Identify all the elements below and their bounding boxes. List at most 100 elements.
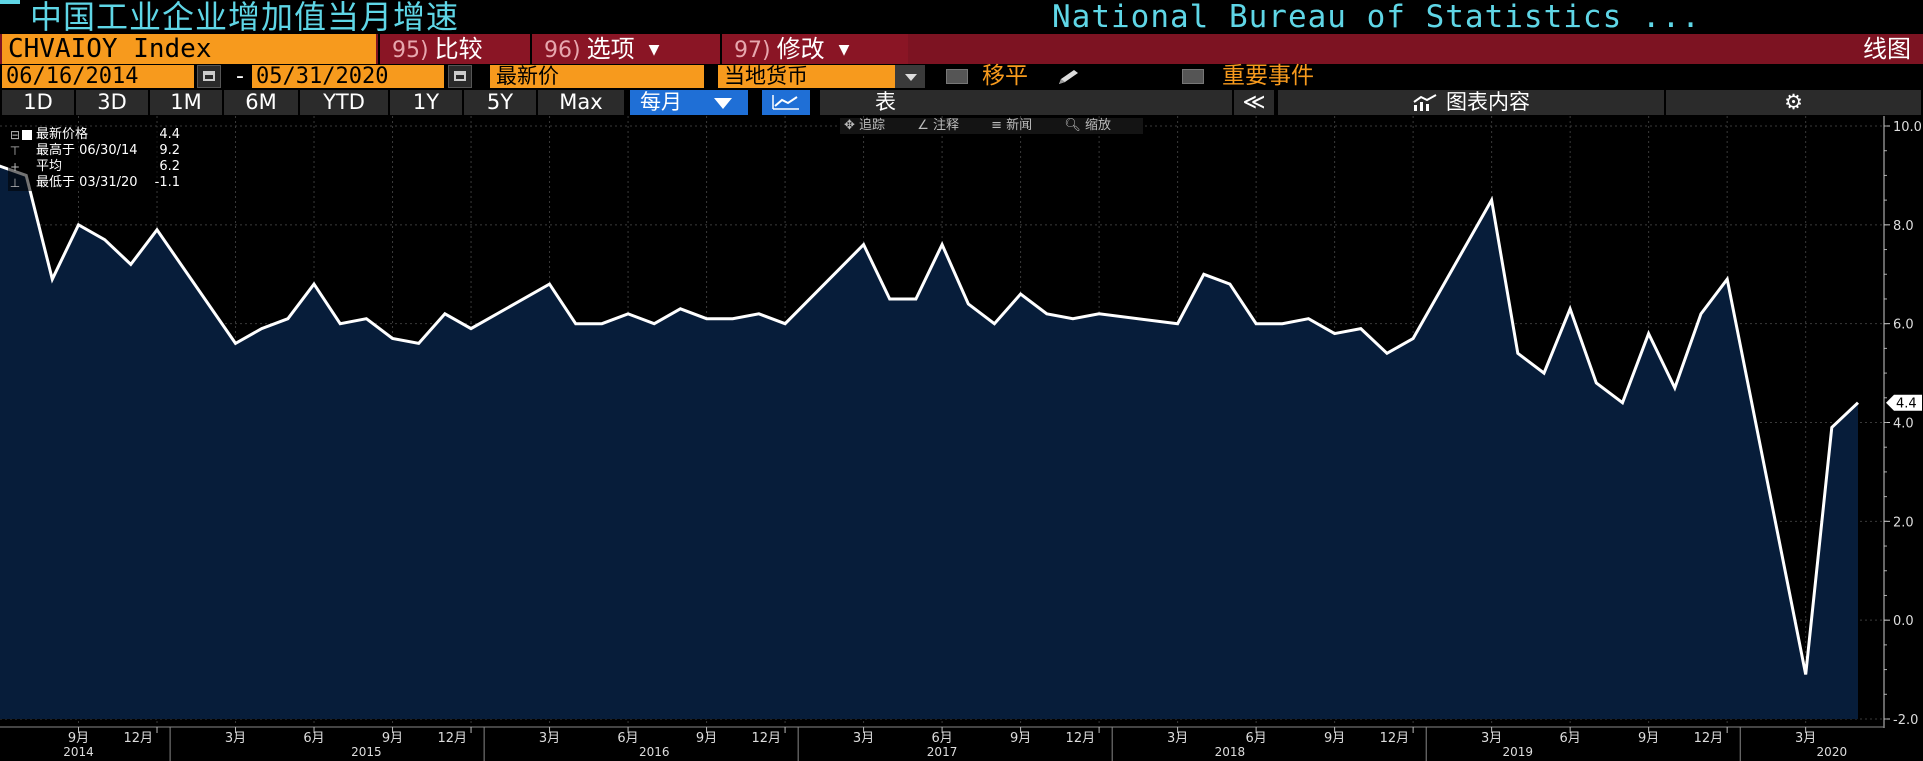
year-label: 2018 — [1215, 745, 1246, 759]
period-bar: 1D 3D 1M 6M YTD 1Y 5Y Max 每月 表 ≪ 图表内容 ⚙ — [0, 89, 1923, 116]
y-tick-label: 10.0 — [1893, 120, 1922, 135]
x-tick-label: 6月 — [617, 731, 638, 746]
legend-label: 最低于 03/31/20 — [36, 175, 138, 190]
calendar-icon — [454, 71, 466, 81]
x-tick-label: 9月 — [1010, 731, 1031, 746]
last-value-label: 4.4 — [1896, 397, 1917, 412]
triangle-down-icon — [714, 98, 732, 109]
x-tick-label: 12月 — [1694, 731, 1724, 746]
x-tick-label: 6月 — [1245, 731, 1266, 746]
ticker-field[interactable]: CHVAIOY Index — [2, 34, 376, 64]
x-tick-label: 12月 — [1380, 731, 1410, 746]
pencil-icon[interactable] — [1055, 68, 1083, 86]
annotate-label: 注释 — [932, 118, 959, 133]
options-button[interactable]: 96) 选项 ▼ — [530, 34, 720, 64]
title-accent — [0, 0, 20, 4]
options-label: 选项 — [586, 35, 635, 63]
x-tick-label: 9月 — [696, 731, 717, 746]
frequency-select[interactable]: 每月 — [630, 90, 748, 115]
x-tick-label: 3月 — [1167, 731, 1188, 746]
period-1m-button[interactable]: 1M — [150, 90, 222, 115]
start-calendar-button[interactable] — [197, 65, 221, 88]
chart-type-label[interactable]: 线图 — [1863, 34, 1911, 64]
legend-high: ⊤ 最高于 06/30/14 9.2 — [8, 143, 180, 159]
legend-value: 4.4 — [159, 127, 180, 142]
period-ytd-button[interactable]: YTD — [300, 90, 388, 115]
currency-dropdown-button[interactable] — [895, 65, 925, 88]
chevron-down-icon: ▼ — [838, 42, 850, 58]
news-tool[interactable]: ≡ 新闻 — [991, 118, 1046, 133]
compare-number: 95) — [392, 38, 429, 63]
modify-button[interactable]: 97) 修改 ▼ — [720, 34, 908, 64]
crosshair-tool[interactable]: ✥ 追踪 — [844, 118, 899, 133]
chart-area[interactable]: 10.0 8.0 6.0 4.0 2.0 0.0 -2.0 4.4 9月 12月 3月 6月 9月 12… — [0, 116, 1923, 761]
news-label: 新闻 — [1006, 118, 1033, 133]
frequency-label: 每月 — [640, 90, 682, 114]
x-tick-label: 6月 — [1560, 731, 1581, 746]
title-bar: 中国工业企业增加值当月增速 National Bureau of Statist… — [0, 0, 1923, 34]
end-calendar-button[interactable] — [448, 65, 472, 88]
legend-value: 6.2 — [159, 159, 180, 174]
period-5y-button[interactable]: 5Y — [464, 90, 536, 115]
year-label: 2014 — [63, 745, 94, 759]
collapse-button[interactable]: ≪ — [1232, 90, 1274, 115]
x-tick-label: 9月 — [382, 731, 403, 746]
period-3d-button[interactable]: 3D — [76, 90, 148, 115]
chart-content-label: 图表内容 — [1446, 90, 1530, 114]
x-tick-label: 9月 — [68, 731, 89, 746]
events-label: 重要事件 — [1222, 63, 1314, 89]
chart-legend: ⊟ 最新价格 4.4 ⊤ 最高于 06/30/14 9.2 + 平均 6.2 ⊥… — [8, 127, 180, 191]
period-1d-button[interactable]: 1D — [2, 90, 74, 115]
end-date-field[interactable]: 05/31/2020 — [252, 65, 444, 88]
x-tick-label: 9月 — [1324, 731, 1345, 746]
x-tick-label: 3月 — [225, 731, 246, 746]
year-label: 2020 — [1817, 745, 1848, 759]
series-swatch — [22, 130, 32, 140]
compare-button[interactable]: 95) 比较 — [378, 34, 530, 64]
x-tick-label: 3月 — [1795, 731, 1816, 746]
start-date-field[interactable]: 06/16/2014 — [2, 65, 194, 88]
legend-label: 最新价格 — [36, 127, 89, 142]
year-label: 2015 — [351, 745, 382, 759]
date-range-bar: 06/16/2014 - 05/31/2020 最新价 当地货币 移平 重要事件 — [0, 64, 1923, 89]
zoom-tool[interactable]: 🔍︎ 缩放 — [1064, 118, 1125, 133]
x-tick-label: 3月 — [539, 731, 560, 746]
y-tick-label: -2.0 — [1893, 713, 1918, 728]
x-tick-label: 12月 — [123, 731, 153, 746]
year-label: 2019 — [1503, 745, 1534, 759]
period-1y-button[interactable]: 1Y — [390, 90, 462, 115]
period-6m-button[interactable]: 6M — [224, 90, 298, 115]
collapse-icon[interactable]: ⊟ — [8, 127, 22, 143]
smoothing-label: 移平 — [982, 63, 1028, 89]
y-tick-label: 4.0 — [1893, 417, 1914, 432]
currency-select[interactable]: 当地货币 — [718, 65, 895, 88]
chart-mini-toolbar: ✥ 追踪 ∠ 注释 ≡ 新闻 🔍︎ 缩放 — [840, 118, 1143, 134]
table-label: 表 — [875, 90, 896, 114]
smoothing-checkbox[interactable] — [946, 69, 968, 84]
price-field-select[interactable]: 最新价 — [490, 65, 704, 88]
command-bar: CHVAIOY Index 95) 比较 96) 选项 ▼ 97) 修改 ▼ 线图 — [0, 34, 1923, 64]
y-tick-label: 2.0 — [1893, 515, 1914, 530]
options-number: 96) — [544, 38, 581, 63]
date-separator: - — [236, 64, 244, 89]
annotate-tool[interactable]: ∠ 注释 — [917, 118, 973, 133]
calendar-icon — [203, 71, 215, 81]
low-marker-icon: ⊥ — [9, 176, 21, 190]
table-button[interactable]: 表 — [820, 90, 1232, 115]
year-label: 2017 — [927, 745, 958, 759]
chart-content-button[interactable]: 图表内容 — [1278, 90, 1664, 115]
legend-last-price[interactable]: ⊟ 最新价格 4.4 — [8, 127, 180, 143]
y-tick-label: 0.0 — [1893, 614, 1914, 629]
period-max-button[interactable]: Max — [538, 90, 624, 115]
modify-number: 97) — [734, 38, 771, 63]
legend-average: + 平均 6.2 — [8, 159, 180, 175]
x-tick-label: 12月 — [437, 731, 467, 746]
line-chart-button[interactable] — [762, 90, 810, 115]
x-tick-label: 3月 — [1481, 731, 1502, 746]
average-marker-icon: + — [9, 160, 21, 174]
x-tick-label: 3月 — [853, 731, 874, 746]
events-checkbox[interactable] — [1182, 69, 1204, 84]
chevron-down-icon: ▼ — [648, 42, 660, 58]
chevron-down-icon — [905, 74, 917, 81]
settings-button[interactable]: ⚙ — [1666, 90, 1921, 115]
